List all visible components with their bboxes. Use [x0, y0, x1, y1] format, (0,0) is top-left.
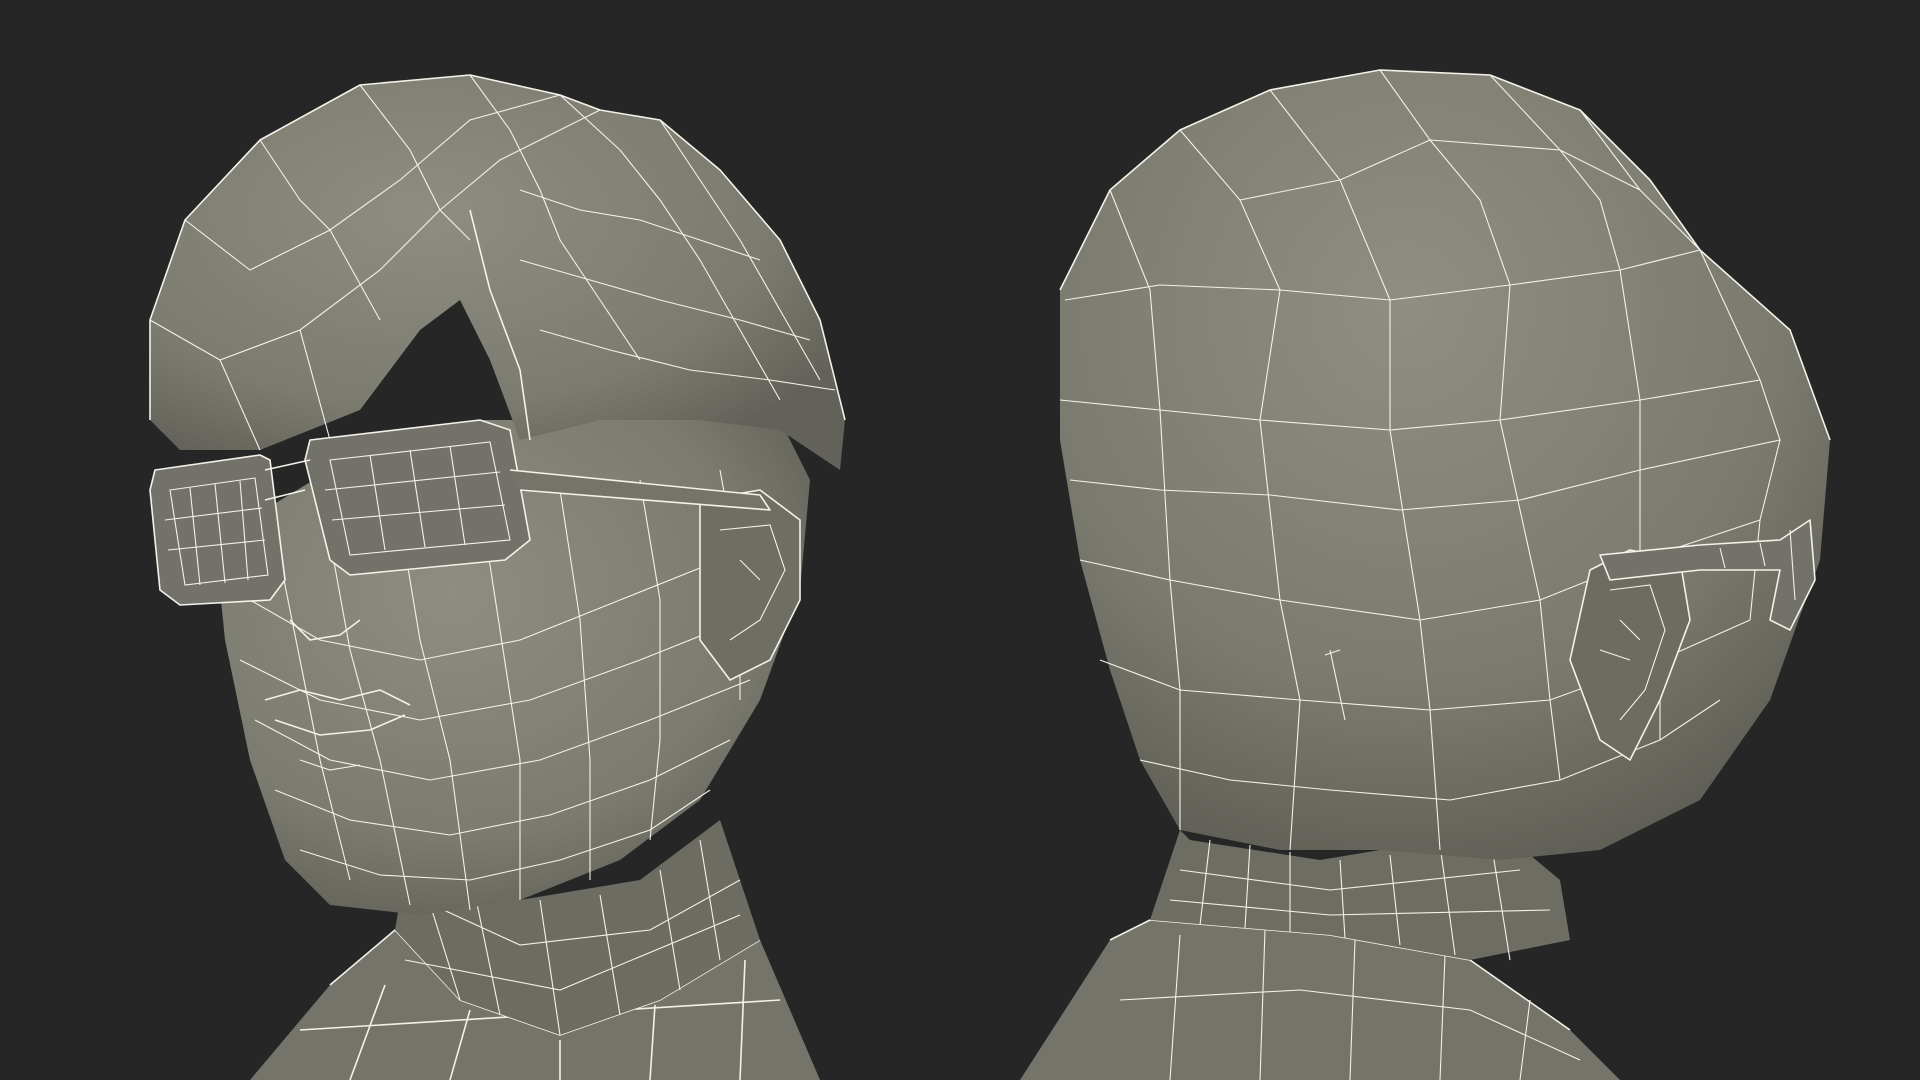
left-ear: [700, 490, 800, 680]
render-viewport: [0, 0, 1920, 1080]
right-skull: [1060, 70, 1830, 860]
right-head-model: [1020, 69, 1831, 1080]
left-head-model: [149, 74, 846, 1080]
left-hair: [150, 75, 845, 470]
wireframe-render: [149, 69, 1831, 1080]
